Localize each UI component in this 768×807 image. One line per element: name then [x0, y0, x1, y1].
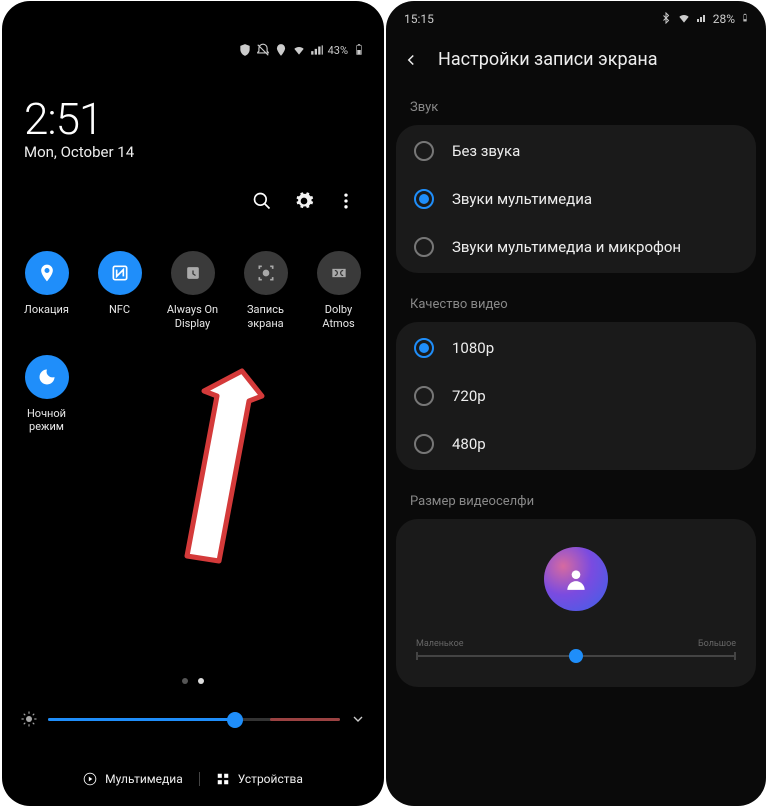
radio-icon — [414, 386, 434, 406]
media-devices-bar: Мультимедиа Устройства — [2, 772, 384, 786]
section-selfie-label: Размер видеоселфи — [386, 484, 766, 517]
battery-text: 28% — [713, 12, 735, 26]
slider-track[interactable] — [416, 655, 736, 657]
radio-1080p[interactable]: 1080p — [396, 324, 756, 372]
panel-actions — [2, 161, 384, 211]
radio-label: Без звука — [452, 142, 520, 160]
gear-icon[interactable] — [294, 191, 314, 211]
search-icon[interactable] — [252, 191, 272, 211]
nfc-icon — [98, 251, 142, 295]
qs-label: Локация — [24, 303, 69, 317]
selfie-size-slider[interactable]: Маленькое Большое — [416, 639, 736, 661]
clock-block: 2:51 Mon, October 14 — [2, 91, 384, 161]
devices-label[interactable]: Устройства — [238, 772, 303, 786]
sound-card: Без звука Звуки мультимедиа Звуки мульти… — [396, 125, 756, 273]
status-bar: 43% — [2, 1, 384, 91]
qs-label: Запись экрана — [247, 303, 284, 331]
mute-icon — [256, 43, 270, 57]
radio-media-mic[interactable]: Звуки мультимедиа и микрофон — [396, 223, 756, 271]
qs-label: Always On Display — [167, 303, 218, 331]
radio-icon-checked — [414, 189, 434, 209]
battery-icon — [352, 43, 366, 57]
radio-label: 1080p — [452, 339, 494, 357]
date: Mon, October 14 — [24, 143, 384, 161]
wifi-icon — [677, 11, 691, 28]
status-time: 15:15 — [404, 12, 434, 26]
radio-icon — [414, 434, 434, 454]
dot — [182, 678, 188, 684]
bluetooth-icon — [660, 12, 672, 27]
play-icon[interactable] — [83, 772, 97, 786]
status-icon — [238, 43, 252, 57]
section-sound-label: Звук — [386, 90, 766, 123]
qs-label: NFC — [109, 303, 130, 317]
page-indicator — [2, 678, 384, 684]
radio-label: Звуки мультимедиа — [452, 190, 592, 208]
header: Настройки записи экрана — [386, 31, 766, 90]
radio-720p[interactable]: 720p — [396, 372, 756, 420]
location-icon — [25, 251, 69, 295]
radio-label: 480p — [452, 435, 486, 453]
qs-label: Dolby Atmos — [322, 303, 354, 331]
radio-icon-checked — [414, 338, 434, 358]
battery-text: 43% — [328, 44, 348, 57]
slider-accent — [270, 718, 340, 721]
battery-icon — [740, 11, 750, 28]
radio-480p[interactable]: 480p — [396, 420, 756, 468]
back-icon[interactable] — [402, 51, 420, 69]
quality-card: 1080p 720p 480p — [396, 322, 756, 470]
selfie-card: Маленькое Большое — [396, 519, 756, 687]
phone-quick-panel: 43% 2:51 Mon, October 14 Локация NFC Alw… — [2, 1, 384, 806]
dot-active — [198, 678, 204, 684]
slider-thumb[interactable] — [569, 649, 583, 663]
qs-screen-record[interactable]: Запись экрана — [229, 251, 302, 331]
radio-icon — [414, 237, 434, 257]
radio-label: 720p — [452, 387, 486, 405]
signal-icon — [310, 43, 324, 57]
separator — [199, 772, 200, 786]
section-quality-label: Качество видео — [386, 287, 766, 320]
status-bar: 15:15 28% — [386, 1, 766, 31]
quick-settings-grid: Локация NFC Always On Display Запись экр… — [2, 211, 384, 458]
wifi-icon — [292, 43, 306, 57]
slider-max-label: Большое — [698, 639, 736, 649]
dolby-icon — [317, 251, 361, 295]
qs-label: Ночной режим — [27, 407, 66, 435]
page-title: Настройки записи экрана — [438, 49, 658, 70]
location-icon — [274, 43, 288, 57]
moon-icon — [25, 355, 69, 399]
radio-icon — [414, 141, 434, 161]
avatar-preview — [544, 547, 608, 611]
time: 2:51 — [24, 93, 384, 145]
brightness-icon — [20, 710, 38, 728]
qs-location[interactable]: Локация — [10, 251, 83, 331]
clock-icon — [171, 251, 215, 295]
qs-nfc[interactable]: NFC — [83, 251, 156, 331]
chevron-down-icon[interactable] — [350, 711, 366, 727]
slider-track[interactable] — [48, 718, 340, 721]
signal-icon — [696, 12, 708, 27]
radio-no-sound[interactable]: Без звука — [396, 127, 756, 175]
slider-min-label: Маленькое — [416, 639, 463, 649]
brightness-slider[interactable] — [20, 710, 366, 728]
qs-aod[interactable]: Always On Display — [156, 251, 229, 331]
slider-fill — [48, 718, 235, 721]
phone-settings: 15:15 28% Настройки записи экрана Звук Б… — [386, 1, 766, 806]
radio-media-sound[interactable]: Звуки мультимедиа — [396, 175, 756, 223]
qs-night-mode[interactable]: Ночной режим — [10, 355, 83, 435]
devices-icon[interactable] — [216, 772, 230, 786]
media-label[interactable]: Мультимедиа — [105, 772, 183, 786]
qs-dolby[interactable]: Dolby Atmos — [302, 251, 375, 331]
more-icon[interactable] — [336, 191, 356, 211]
slider-thumb[interactable] — [227, 712, 243, 728]
screen-record-icon — [244, 251, 288, 295]
radio-label: Звуки мультимедиа и микрофон — [452, 238, 681, 256]
